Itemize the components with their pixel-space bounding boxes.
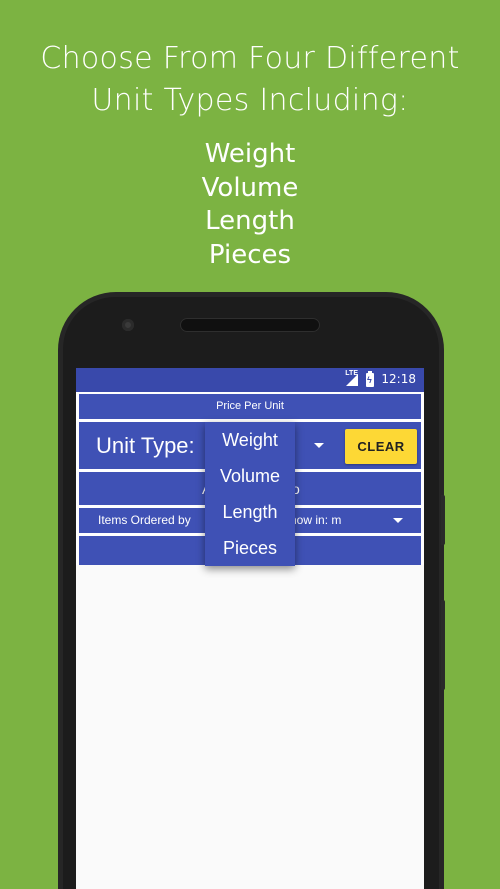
network-type: LTE [345, 370, 358, 377]
unit-type-volume: Volume [201, 172, 299, 203]
show-in-dropdown-caret-icon[interactable] [393, 518, 403, 523]
unit-type-list: Weight Volume Length Pieces [0, 138, 500, 272]
unit-type-weight: Weight [204, 139, 296, 169]
volume-button [441, 495, 445, 545]
power-button [441, 600, 445, 690]
status-time: 12:18 [381, 372, 416, 386]
earpiece-speaker [180, 318, 320, 332]
dropdown-option-length[interactable]: Length [205, 494, 295, 530]
front-camera [122, 319, 134, 331]
battery-icon: ϟ [366, 371, 374, 387]
headline-line-2: Unit Types Including: [91, 83, 409, 118]
dropdown-option-pieces[interactable]: Pieces [205, 530, 295, 566]
show-in-label: how in: m [290, 513, 342, 527]
headline-line-1: Choose From Four Different [40, 41, 460, 76]
unit-type-dropdown-caret-icon[interactable] [314, 443, 324, 448]
dropdown-option-volume[interactable]: Volume [205, 458, 295, 494]
clear-button[interactable]: CLEAR [345, 429, 417, 464]
dropdown-option-weight[interactable]: Weight [205, 422, 295, 458]
sort-label: Items Ordered by [98, 513, 191, 527]
promo-headline: Choose From Four Different Unit Types In… [0, 38, 500, 122]
app-title: Price Per Unit [79, 394, 421, 419]
unit-type-length: Length [205, 206, 295, 236]
unit-type-dropdown-menu: Weight Volume Length Pieces [205, 422, 295, 566]
unit-type-pieces: Pieces [208, 239, 292, 270]
status-bar: LTE ϟ 12:18 [76, 368, 424, 392]
unit-type-label: Unit Type: [96, 433, 195, 458]
